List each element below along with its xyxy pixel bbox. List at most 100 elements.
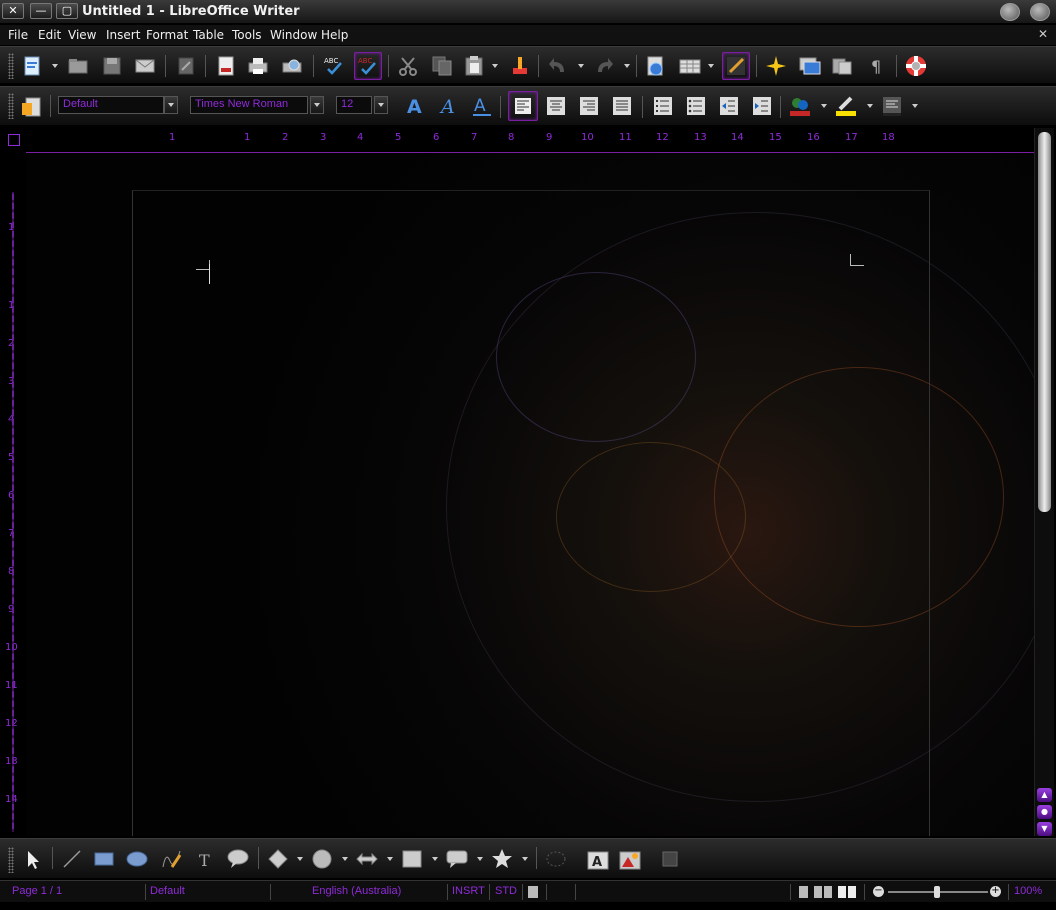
align-left-icon[interactable] [508, 91, 538, 121]
page[interactable] [132, 190, 930, 836]
page-indicator[interactable]: Page 1 / 1 [12, 885, 62, 897]
from-file-icon[interactable] [618, 847, 642, 871]
menu-window[interactable]: Window [270, 28, 317, 42]
gallery-icon[interactable] [798, 54, 822, 78]
styles-icon[interactable] [20, 95, 44, 119]
symbol-shapes-icon[interactable] [310, 847, 334, 871]
highlight-dropdown-icon[interactable] [867, 104, 873, 108]
block-arrows-dropdown-icon[interactable] [387, 857, 393, 861]
paragraph-style-combo[interactable]: Default [58, 96, 164, 114]
email-icon[interactable] [133, 54, 157, 78]
toolbar-grip[interactable] [8, 53, 14, 79]
justify-icon[interactable] [610, 94, 634, 118]
decrease-indent-icon[interactable] [717, 94, 741, 118]
background-color-dropdown-icon[interactable] [912, 104, 918, 108]
callout-icon[interactable] [226, 847, 250, 871]
selection-mode-indicator[interactable]: STD [495, 885, 517, 897]
spellcheck-icon[interactable]: ABC [322, 54, 346, 78]
italic-icon[interactable]: A [437, 94, 461, 118]
table-dropdown-icon[interactable] [708, 64, 714, 68]
flowchart-icon[interactable] [400, 847, 424, 871]
callouts-dropdown-icon[interactable] [477, 857, 483, 861]
window-menu-icon[interactable] [1000, 3, 1020, 21]
extrusion-icon[interactable] [658, 847, 682, 871]
formatting-marks-icon[interactable]: ¶ [864, 54, 888, 78]
font-name-dropdown-icon[interactable] [310, 96, 324, 114]
menu-file[interactable]: File [8, 28, 28, 42]
redo-icon[interactable] [592, 54, 616, 78]
close-window-button[interactable]: ✕ [2, 3, 24, 19]
undo-icon[interactable] [546, 54, 570, 78]
menu-view[interactable]: View [68, 28, 96, 42]
edit-file-icon[interactable] [174, 54, 198, 78]
zoom-slider-knob[interactable] [934, 886, 940, 898]
table-icon[interactable] [678, 54, 702, 78]
window-options-icon[interactable] [1030, 3, 1050, 21]
help-icon[interactable] [904, 54, 928, 78]
export-pdf-icon[interactable] [214, 54, 238, 78]
freeform-icon[interactable] [160, 847, 184, 871]
vertical-scrollbar[interactable]: ▲ ● ▼ [1034, 128, 1054, 836]
insert-mode-indicator[interactable]: INSRT [452, 885, 485, 897]
zoom-out-icon[interactable]: − [873, 886, 884, 897]
horizontal-ruler[interactable]: 1 1 2 3 4 5 6 7 8 9 10 11 12 13 14 15 16… [0, 128, 1034, 150]
book-view-icon[interactable] [838, 886, 856, 898]
text-icon[interactable]: T [194, 847, 218, 871]
menu-tools[interactable]: Tools [232, 28, 262, 42]
basic-shapes-dropdown-icon[interactable] [297, 857, 303, 861]
print-preview-icon[interactable] [280, 54, 304, 78]
underline-icon[interactable]: A [470, 94, 494, 118]
open-icon[interactable] [66, 54, 90, 78]
single-page-view-icon[interactable] [799, 886, 808, 898]
new-icon[interactable] [20, 54, 44, 78]
redo-dropdown-icon[interactable] [624, 64, 630, 68]
show-draw-functions-icon[interactable] [722, 52, 750, 80]
previous-page-button[interactable]: ▲ [1037, 788, 1052, 802]
font-color-icon[interactable] [788, 94, 812, 118]
menu-format[interactable]: Format [146, 28, 188, 42]
copy-icon[interactable] [430, 54, 454, 78]
minimize-window-button[interactable]: — [30, 3, 52, 19]
basic-shapes-icon[interactable] [266, 847, 290, 871]
clone-formatting-icon[interactable] [508, 54, 532, 78]
zoom-in-icon[interactable]: + [990, 886, 1001, 897]
toolbar-grip[interactable] [8, 847, 14, 873]
document-canvas[interactable] [26, 152, 1034, 836]
highlight-icon[interactable] [834, 94, 858, 118]
menu-help[interactable]: Help [321, 28, 348, 42]
undo-dropdown-icon[interactable] [578, 64, 584, 68]
rectangle-icon[interactable] [92, 847, 116, 871]
stars-icon[interactable] [490, 847, 514, 871]
bullets-icon[interactable] [684, 94, 708, 118]
maximize-window-button[interactable]: ▢ [56, 3, 78, 19]
vertical-ruler[interactable]: 1 1 2 3 4 5 6 7 8 9 10 11 12 13 14 [0, 152, 26, 836]
numbering-icon[interactable] [651, 94, 675, 118]
increase-indent-icon[interactable] [750, 94, 774, 118]
menu-edit[interactable]: Edit [38, 28, 61, 42]
block-arrows-icon[interactable] [355, 847, 379, 871]
stars-dropdown-icon[interactable] [522, 857, 528, 861]
page-style-indicator[interactable]: Default [150, 885, 185, 897]
fontwork-icon[interactable]: A [586, 847, 610, 871]
menu-insert[interactable]: Insert [106, 28, 140, 42]
callouts-icon[interactable] [445, 847, 469, 871]
symbol-shapes-dropdown-icon[interactable] [342, 857, 348, 861]
font-color-dropdown-icon[interactable] [821, 104, 827, 108]
ellipse-icon[interactable] [125, 847, 149, 871]
paste-dropdown-icon[interactable] [492, 64, 498, 68]
menu-table[interactable]: Table [193, 28, 224, 42]
paste-icon[interactable] [462, 54, 486, 78]
autospellcheck-icon[interactable]: ABC [354, 52, 382, 80]
save-icon[interactable] [100, 54, 124, 78]
data-sources-icon[interactable] [830, 54, 854, 78]
font-name-combo[interactable]: Times New Roman [190, 96, 308, 114]
cut-icon[interactable] [396, 54, 420, 78]
flowchart-dropdown-icon[interactable] [432, 857, 438, 861]
line-icon[interactable] [60, 847, 84, 871]
navigation-button[interactable]: ● [1037, 805, 1052, 819]
language-indicator[interactable]: English (Australia) [312, 885, 401, 897]
paragraph-style-dropdown-icon[interactable] [164, 96, 178, 114]
bold-icon[interactable]: A [404, 94, 428, 118]
select-icon[interactable] [20, 847, 44, 871]
zoom-level[interactable]: 100% [1014, 885, 1042, 897]
